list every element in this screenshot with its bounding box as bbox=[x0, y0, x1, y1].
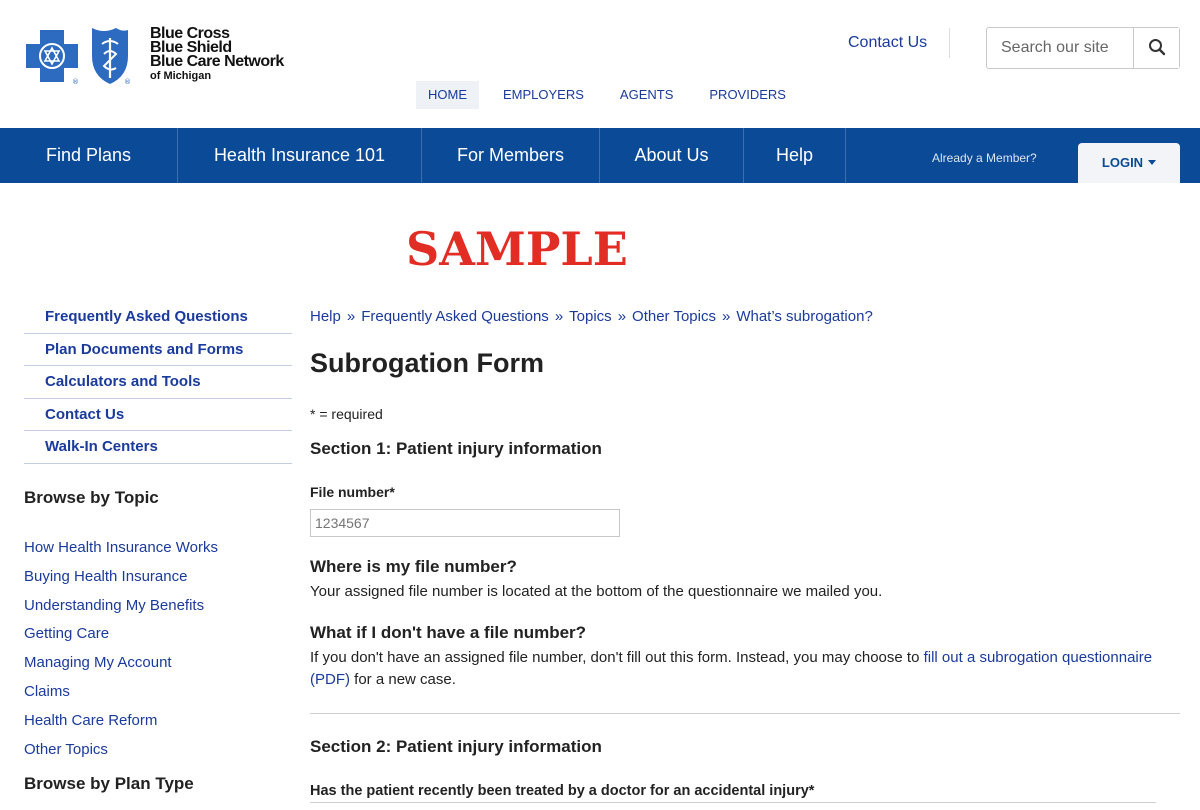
topic-link[interactable]: Other Topics bbox=[24, 736, 218, 765]
contact-us-link[interactable]: Contact Us bbox=[848, 34, 927, 52]
topic-link[interactable]: Getting Care bbox=[24, 620, 218, 649]
audience-nav: HOME EMPLOYERS AGENTS PROVIDERS bbox=[416, 81, 798, 109]
breadcrumb-whats-subrogation[interactable]: What’s subrogation? bbox=[736, 308, 872, 325]
topic-link[interactable]: How Health Insurance Works bbox=[24, 534, 218, 563]
topic-link[interactable]: Health Care Reform bbox=[24, 707, 218, 736]
magnifier-icon bbox=[1148, 38, 1165, 55]
sample-watermark: SAMPLE bbox=[406, 222, 628, 276]
logo-wordmark: Blue Cross Blue Shield Blue Care Network… bbox=[150, 26, 284, 83]
site-header: ® ® Blue Cross Blue Shield Blue Care Net… bbox=[0, 0, 1200, 128]
nav-about-us[interactable]: About Us bbox=[600, 128, 744, 183]
no-file-number-answer: If you don't have an assigned file numbe… bbox=[310, 647, 1160, 691]
aud-employers[interactable]: EMPLOYERS bbox=[491, 81, 596, 109]
topic-link[interactable]: Understanding My Benefits bbox=[24, 592, 218, 621]
aud-home[interactable]: HOME bbox=[416, 81, 479, 109]
caret-down-icon bbox=[1148, 160, 1157, 166]
svg-text:®: ® bbox=[72, 78, 79, 86]
bcbs-logo[interactable]: ® ® Blue Cross Blue Shield Blue Care Net… bbox=[24, 24, 294, 88]
accidental-injury-question: Has the patient recently been treated by… bbox=[310, 783, 815, 799]
required-note: * = required bbox=[310, 406, 383, 422]
sidebar-item-faq[interactable]: Frequently Asked Questions bbox=[24, 301, 292, 334]
topic-list: How Health Insurance Works Buying Health… bbox=[24, 534, 218, 764]
answer-text: If you don't have an assigned file numbe… bbox=[310, 649, 924, 666]
section-2-heading: Section 2: Patient injury information bbox=[310, 737, 602, 756]
sidebar-item-contact-us[interactable]: Contact Us bbox=[24, 399, 292, 431]
logo-line-4: of Michigan bbox=[150, 70, 212, 82]
nav-for-members[interactable]: For Members bbox=[422, 128, 600, 183]
search-button[interactable] bbox=[1133, 28, 1179, 68]
breadcrumb: Help » Frequently Asked Questions » Topics » O… bbox=[310, 308, 873, 325]
breadcrumb-separator: » bbox=[554, 308, 564, 325]
answer-text: for a new case. bbox=[350, 671, 456, 688]
file-number-label: File number* bbox=[310, 484, 395, 500]
file-number-question: Where is my file number? bbox=[310, 557, 517, 576]
sidebar-item-calculators[interactable]: Calculators and Tools bbox=[24, 366, 292, 399]
page-title: Subrogation Form bbox=[310, 348, 544, 378]
topic-link[interactable]: Buying Health Insurance bbox=[24, 563, 218, 592]
bcbs-logo-icon: ® ® bbox=[26, 28, 131, 86]
nav-find-plans[interactable]: Find Plans bbox=[0, 128, 178, 183]
section-1-heading: Section 1: Patient injury information bbox=[310, 439, 602, 458]
browse-by-plan-type-heading: Browse by Plan Type bbox=[24, 774, 194, 793]
section-divider bbox=[310, 713, 1180, 714]
no-file-number-question: What if I don't have a file number? bbox=[310, 623, 587, 642]
sidebar-item-plan-documents[interactable]: Plan Documents and Forms bbox=[24, 334, 292, 366]
svg-text:®: ® bbox=[124, 78, 131, 86]
breadcrumb-other-topics[interactable]: Other Topics bbox=[632, 308, 716, 325]
aud-providers[interactable]: PROVIDERS bbox=[697, 81, 798, 109]
question-underline bbox=[310, 802, 1156, 803]
nav-health-insurance-101[interactable]: Health Insurance 101 bbox=[178, 128, 422, 183]
breadcrumb-help[interactable]: Help bbox=[310, 308, 341, 325]
logo-line-3: Blue Care Network bbox=[150, 53, 284, 70]
topic-link[interactable]: Claims bbox=[24, 678, 218, 707]
breadcrumb-separator: » bbox=[617, 308, 627, 325]
file-number-answer: Your assigned file number is located at … bbox=[310, 583, 883, 600]
already-member-text: Already a Member? bbox=[932, 151, 1037, 165]
breadcrumb-topics[interactable]: Topics bbox=[569, 308, 612, 325]
breadcrumb-faq[interactable]: Frequently Asked Questions bbox=[361, 308, 549, 325]
nav-help[interactable]: Help bbox=[744, 128, 846, 183]
login-button[interactable]: LOGIN bbox=[1078, 143, 1180, 183]
sidebar-item-walk-in-centers[interactable]: Walk-In Centers bbox=[24, 431, 292, 464]
aud-agents[interactable]: AGENTS bbox=[608, 81, 685, 109]
search-input[interactable] bbox=[987, 28, 1133, 68]
browse-by-topic-heading: Browse by Topic bbox=[24, 488, 159, 507]
sidebar-menu: Frequently Asked Questions Plan Document… bbox=[24, 301, 292, 464]
main-nav: Find Plans Health Insurance 101 For Memb… bbox=[0, 128, 1200, 183]
topic-link[interactable]: Managing My Account bbox=[24, 649, 218, 678]
breadcrumb-separator: » bbox=[346, 308, 356, 325]
file-number-input[interactable] bbox=[310, 509, 620, 537]
login-label: LOGIN bbox=[1101, 155, 1144, 170]
breadcrumb-separator: » bbox=[721, 308, 731, 325]
search-box bbox=[986, 27, 1180, 69]
header-divider bbox=[949, 28, 950, 58]
